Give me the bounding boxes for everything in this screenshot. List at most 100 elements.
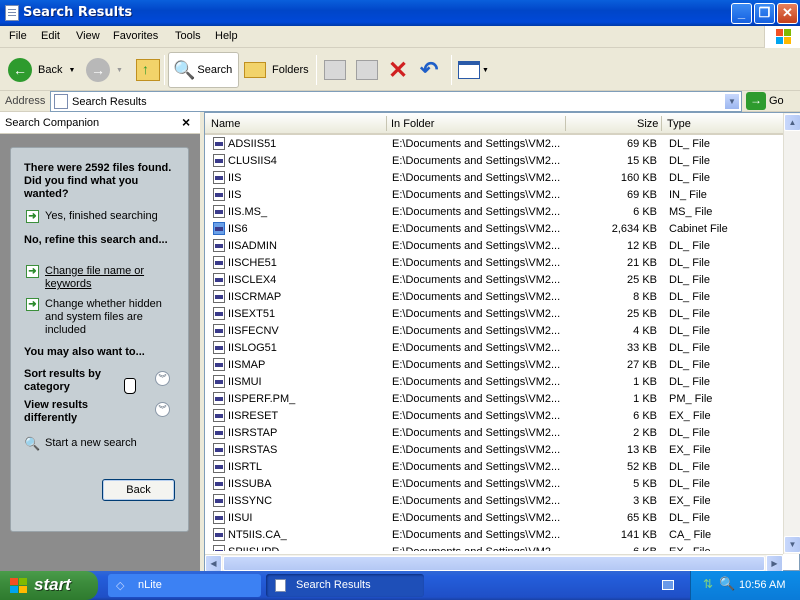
view-results-link-line2[interactable]: differently <box>24 412 77 424</box>
start-button[interactable]: start <box>0 571 98 600</box>
scroll-down-icon[interactable]: ▼ <box>784 536 800 553</box>
minimize-button[interactable]: _ <box>731 3 752 24</box>
chevron-down-icon[interactable]: ︾ <box>155 402 170 417</box>
menu-edit[interactable]: Edit <box>41 30 60 42</box>
folders-button[interactable]: Folders <box>244 52 309 88</box>
menu-favorites[interactable]: Favorites <box>113 30 158 42</box>
new-search-link[interactable]: Start a new search <box>45 437 137 449</box>
views-icon <box>458 61 480 79</box>
file-row[interactable]: IIS.MS_ E:\Documents and Settings\VM2... 6… <box>205 203 783 220</box>
views-button[interactable]: ▼ <box>458 52 489 88</box>
horizontal-scrollbar[interactable]: ◀ ▶ <box>205 554 783 572</box>
file-row[interactable]: IIS6 E:\Documents and Settings\VM2... 2,63… <box>205 220 783 237</box>
file-size: 2 KB <box>633 427 657 439</box>
change-name-link-line1[interactable]: Change file name or <box>45 265 144 277</box>
file-row[interactable]: IISMAP E:\Documents and Settings\VM2... 27… <box>205 356 783 373</box>
search-button[interactable]: 🔍 Search <box>168 52 239 88</box>
file-row[interactable]: IISPERF.PM_ E:\Documents and Settings\VM2… <box>205 390 783 407</box>
scroll-up-icon[interactable]: ▲ <box>784 114 800 131</box>
scroll-left-icon[interactable]: ◀ <box>205 555 222 572</box>
sort-results-link-line2[interactable]: category <box>24 381 70 393</box>
file-row[interactable]: IISRSTAP E:\Documents and Settings\VM2...… <box>205 424 783 441</box>
search-tray-icon[interactable]: 🔍 <box>719 576 735 592</box>
change-hidden-link-line1[interactable]: Change whether hidden <box>45 298 162 310</box>
yes-finished-link[interactable]: Yes, finished searching <box>45 210 158 222</box>
column-in-folder[interactable]: In Folder <box>391 118 434 130</box>
address-dropdown-icon[interactable]: ▼ <box>724 93 740 110</box>
change-name-link-line2[interactable]: keywords <box>45 278 91 290</box>
file-row[interactable]: IISRESET E:\Documents and Settings\VM2...… <box>205 407 783 424</box>
green-arrow-icon: ➜ <box>26 298 39 311</box>
views-dropdown-icon[interactable]: ▼ <box>482 67 489 74</box>
file-folder: E:\Documents and Settings\VM2... <box>392 274 561 286</box>
chevron-down-icon[interactable]: ︾ <box>155 371 170 386</box>
companion-back-button[interactable]: Back <box>102 479 175 501</box>
horizontal-scroll-thumb[interactable] <box>223 556 765 571</box>
go-arrow-icon[interactable]: → <box>746 92 766 110</box>
column-divider[interactable] <box>565 116 566 131</box>
change-hidden-link-line2[interactable]: and system files are <box>45 311 143 323</box>
file-type: CA_ File <box>669 529 712 541</box>
forward-dropdown-icon[interactable]: ▼ <box>116 67 123 74</box>
file-row[interactable]: SPIISUPD E:\Documents and Settings\VM2...… <box>205 543 783 551</box>
file-row[interactable]: IISRSTAS E:\Documents and Settings\VM2...… <box>205 441 783 458</box>
menu-file[interactable]: File <box>9 30 27 42</box>
file-type: EX_ File <box>669 495 711 507</box>
file-row[interactable]: IISADMIN E:\Documents and Settings\VM2...… <box>205 237 783 254</box>
column-divider[interactable] <box>386 116 387 131</box>
vertical-scrollbar[interactable]: ▲ ▼ <box>783 113 800 554</box>
back-dropdown-icon[interactable]: ▼ <box>68 67 75 74</box>
maximize-button[interactable]: ❐ <box>754 3 775 24</box>
menu-tools[interactable]: Tools <box>175 30 201 42</box>
file-row[interactable]: CLUSIIS4 E:\Documents and Settings\VM2...… <box>205 152 783 169</box>
column-name[interactable]: Name <box>211 118 240 130</box>
file-row[interactable]: IISFECNV E:\Documents and Settings\VM2...… <box>205 322 783 339</box>
file-row[interactable]: IIS E:\Documents and Settings\VM2... 160 K… <box>205 169 783 186</box>
file-row[interactable]: IISSYNC E:\Documents and Settings\VM2... 3… <box>205 492 783 509</box>
file-row[interactable]: IISEXT51 E:\Documents and Settings\VM2...… <box>205 305 783 322</box>
file-name: IISADMIN <box>228 240 277 252</box>
back-arrow-icon: ← <box>8 58 32 82</box>
file-row[interactable]: IISLOG51 E:\Documents and Settings\VM2...… <box>205 339 783 356</box>
file-row[interactable]: IISRTL E:\Documents and Settings\VM2... 52… <box>205 458 783 475</box>
undo-button[interactable]: ↶ <box>420 52 438 88</box>
menu-help[interactable]: Help <box>215 30 238 42</box>
change-hidden-link-line3[interactable]: included <box>45 324 86 336</box>
close-button[interactable]: ✕ <box>777 3 798 24</box>
view-results-link-line1[interactable]: View results <box>24 399 88 411</box>
delete-button[interactable]: ✕ <box>388 52 408 88</box>
back-button[interactable]: ← Back ▼ <box>8 52 75 88</box>
menu-view[interactable]: View <box>76 30 100 42</box>
close-pane-icon[interactable]: × <box>182 114 190 130</box>
column-type[interactable]: Type <box>667 118 691 130</box>
network-icon[interactable]: ⇅ <box>703 577 713 591</box>
file-size: 6 KB <box>633 410 657 422</box>
file-row[interactable]: IISCRMAP E:\Documents and Settings\VM2...… <box>205 288 783 305</box>
forward-button[interactable]: → ▼ <box>86 52 123 88</box>
file-size: 5 KB <box>633 478 657 490</box>
keyboard-icon[interactable] <box>662 580 674 590</box>
file-row[interactable]: NT5IIS.CA_ E:\Documents and Settings\VM2.… <box>205 526 783 543</box>
file-row[interactable]: IISUI E:\Documents and Settings\VM2... 65 … <box>205 509 783 526</box>
title-bar[interactable]: Search Results _ ❐ ✕ <box>0 0 800 26</box>
copy-to-button[interactable] <box>356 52 378 88</box>
move-to-button[interactable] <box>324 52 346 88</box>
address-field[interactable]: Search Results ▼ <box>50 91 742 112</box>
go-button[interactable]: Go <box>769 95 784 107</box>
file-row[interactable]: IISCHE51 E:\Documents and Settings\VM2...… <box>205 254 783 271</box>
column-size[interactable]: Size <box>637 118 658 130</box>
column-divider[interactable] <box>661 116 662 131</box>
file-row[interactable]: IIS E:\Documents and Settings\VM2... 69 KB… <box>205 186 783 203</box>
file-size: 25 KB <box>627 308 657 320</box>
file-type: DL_ File <box>669 308 710 320</box>
up-folder-button[interactable]: ↑ <box>136 52 160 88</box>
task-nlite[interactable]: ◇ nLite <box>108 574 261 597</box>
task-search-results[interactable]: Search Results <box>266 574 424 597</box>
sort-results-link-line1[interactable]: Sort results by <box>24 368 101 380</box>
file-size: 21 KB <box>627 257 657 269</box>
scroll-right-icon[interactable]: ▶ <box>766 555 783 572</box>
file-row[interactable]: IISMUI E:\Documents and Settings\VM2... 1 … <box>205 373 783 390</box>
file-row[interactable]: IISCLEX4 E:\Documents and Settings\VM2...… <box>205 271 783 288</box>
file-row[interactable]: ADSIIS51 E:\Documents and Settings\VM2...… <box>205 135 783 152</box>
file-row[interactable]: IISSUBA E:\Documents and Settings\VM2... 5… <box>205 475 783 492</box>
